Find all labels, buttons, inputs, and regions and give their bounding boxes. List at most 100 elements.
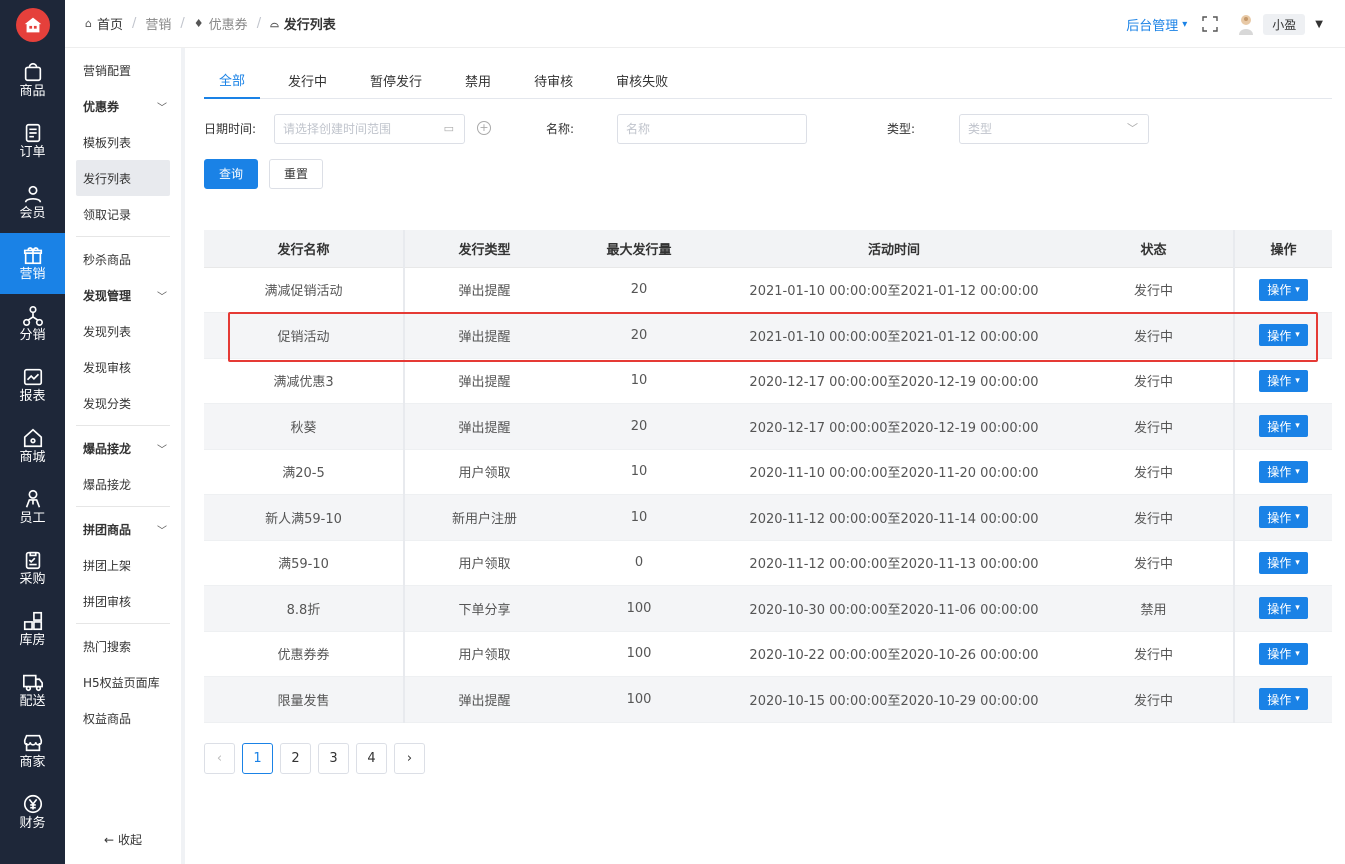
page-1-button[interactable]: 1 (242, 743, 273, 774)
operation-dropdown-button[interactable]: 操作 ▾ (1259, 324, 1308, 347)
name-input[interactable]: 名称 (617, 114, 807, 144)
nav-item-document[interactable]: 订单 (0, 111, 65, 172)
tab-all[interactable]: 全部 (204, 62, 261, 99)
admin-dropdown[interactable]: 后台管理 ▾ (1126, 15, 1187, 34)
subnav-groupbuy-listing[interactable]: 拼团上架 (76, 547, 170, 583)
operation-dropdown-button[interactable]: 操作 ▾ (1259, 551, 1308, 574)
cell-max-quantity: 100 (564, 631, 714, 677)
user-name[interactable]: 小盈 (1263, 13, 1306, 35)
operation-label: 操作 (1267, 283, 1292, 298)
cell-activity-time: 2021-01-10 00:00:00至2021-01-12 00:00:00 (714, 267, 1074, 313)
nav-item-clipboard[interactable]: 采购 (0, 538, 65, 599)
next-page-button[interactable]: › (394, 743, 425, 774)
tab-disabled[interactable]: 禁用 (450, 62, 506, 99)
sub-sidebar: 营销配置 优惠券 ﹀ 模板列表 发行列表 领取记录 秒杀商品 发现管理 ﹀ 发现列表… (65, 48, 185, 864)
cell-actions: 操作 ▾ (1233, 585, 1332, 632)
nav-item-chart[interactable]: 报表 (0, 355, 65, 416)
nav-item-truck[interactable]: 配送 (0, 660, 65, 721)
gift-icon (23, 247, 42, 265)
nav-item-grid[interactable]: 库房 (0, 599, 65, 660)
query-button[interactable]: 查询 (204, 159, 259, 189)
cell-max-quantity: 0 (564, 540, 714, 586)
breadcrumb-marketing[interactable]: 营销 (145, 14, 171, 33)
breadcrumb-coupon[interactable]: ♦ 优惠券 (194, 14, 248, 33)
staff-icon (25, 489, 40, 508)
cell-status: 禁用 (1074, 585, 1234, 632)
breadcrumb-issue-list: ⌓ 发行列表 (270, 14, 336, 34)
logo (0, 0, 65, 50)
subnav-benefit-goods[interactable]: 权益商品 (76, 700, 170, 736)
cell-issue-type: 弹出提醒 (404, 312, 564, 359)
nav-item-shopping-bag[interactable]: 商品 (0, 50, 65, 111)
operation-dropdown-button[interactable]: 操作 ▾ (1259, 415, 1308, 438)
tab-paused[interactable]: 暂停发行 (355, 62, 437, 99)
fullscreen-icon[interactable] (1201, 15, 1219, 33)
group-label: 爆品接龙 (83, 441, 132, 456)
chevron-down-icon: ▾ (1295, 694, 1300, 705)
tab-issuing[interactable]: 发行中 (273, 62, 342, 99)
nav-label: 库房 (19, 633, 46, 648)
cell-issue-name: 秋葵 (204, 403, 405, 450)
operation-dropdown-button[interactable]: 操作 ▾ (1259, 597, 1308, 620)
cell-activity-time: 2020-12-17 00:00:00至2020-12-19 00:00:00 (714, 358, 1074, 404)
cell-actions: 操作 ▾ (1233, 267, 1332, 313)
tab-review-failed[interactable]: 审核失败 (601, 62, 683, 99)
chevron-down-icon: ▾ (1295, 375, 1300, 386)
truck-icon (22, 674, 43, 692)
operation-dropdown-button[interactable]: 操作 ▾ (1259, 369, 1308, 392)
subnav-discover-review[interactable]: 发现审核 (76, 349, 170, 385)
breadcrumb-separator: / (256, 16, 262, 31)
house-logo-icon (15, 8, 50, 42)
subnav-group-hot-relay[interactable]: 爆品接龙 ﹀ (65, 430, 181, 466)
subnav-group-coupon[interactable]: 优惠券 ﹀ (65, 88, 181, 124)
avatar[interactable] (1235, 11, 1257, 37)
page-3-button[interactable]: 3 (318, 743, 349, 774)
collapse-button[interactable]: ← 收起 (65, 831, 181, 848)
type-select[interactable]: 类型 ﹀ (959, 114, 1149, 144)
caret-down-icon[interactable]: ▼ (1315, 19, 1323, 30)
subnav-issue-list[interactable]: 发行列表 (76, 160, 170, 196)
tab-pending-review[interactable]: 待审核 (519, 62, 588, 99)
subnav-discover-category[interactable]: 发现分类 (76, 385, 170, 421)
cell-actions: 操作 ▾ (1233, 540, 1332, 586)
reset-button[interactable]: 重置 (269, 159, 324, 189)
nav-item-network[interactable]: 分销 (0, 294, 65, 355)
subnav-hot-search[interactable]: 热门搜索 (76, 628, 170, 664)
nav-item-gift[interactable]: 营销 (0, 233, 65, 294)
prev-page-button[interactable]: ‹ (204, 743, 235, 774)
cell-status: 发行中 (1074, 676, 1234, 723)
nav-item-home[interactable]: 商城 (0, 416, 65, 477)
plus-circle-icon[interactable]: + (477, 121, 491, 135)
subnav-group-discover[interactable]: 发现管理 ﹀ (65, 277, 181, 313)
page-4-button[interactable]: 4 (356, 743, 387, 774)
operation-dropdown-button[interactable]: 操作 ▾ (1259, 278, 1308, 301)
collapse-label: 收起 (117, 833, 142, 847)
date-range-input[interactable]: 请选择创建时间范围 ▭ (274, 114, 465, 144)
subnav-claim-records[interactable]: 领取记录 (76, 196, 170, 232)
divider (76, 506, 170, 507)
home-icon (23, 428, 42, 448)
breadcrumb-home[interactable]: ⌂ 首页 (85, 14, 123, 33)
grid-icon (23, 611, 42, 631)
cell-actions: 操作 ▾ (1233, 403, 1332, 450)
subnav-h5-pages[interactable]: H5权益页面库 (76, 664, 170, 700)
pin-icon: ♦ (193, 17, 204, 30)
subnav-group-groupbuy[interactable]: 拼团商品 ﹀ (65, 511, 181, 547)
operation-dropdown-button[interactable]: 操作 ▾ (1259, 460, 1308, 483)
nav-item-user[interactable]: 会员 (0, 172, 65, 233)
operation-dropdown-button[interactable]: 操作 ▾ (1259, 642, 1308, 665)
yen-icon (23, 794, 42, 814)
subnav-groupbuy-review[interactable]: 拼团审核 (76, 583, 170, 619)
subnav-flash-sale[interactable]: 秒杀商品 (76, 241, 170, 277)
operation-dropdown-button[interactable]: 操作 ▾ (1259, 506, 1308, 529)
subnav-template-list[interactable]: 模板列表 (76, 124, 170, 160)
operation-dropdown-button[interactable]: 操作 ▾ (1259, 688, 1308, 711)
subnav-discover-list[interactable]: 发现列表 (76, 313, 170, 349)
nav-item-store[interactable]: 商家 (0, 721, 65, 782)
page-2-button[interactable]: 2 (280, 743, 311, 774)
subnav-hot-relay[interactable]: 爆品接龙 (76, 466, 170, 502)
nav-item-staff[interactable]: 员工 (0, 477, 65, 538)
subnav-marketing-config[interactable]: 营销配置 (76, 52, 170, 88)
cell-actions: 操作 ▾ (1233, 449, 1332, 495)
nav-item-yen[interactable]: 财务 (0, 782, 65, 843)
